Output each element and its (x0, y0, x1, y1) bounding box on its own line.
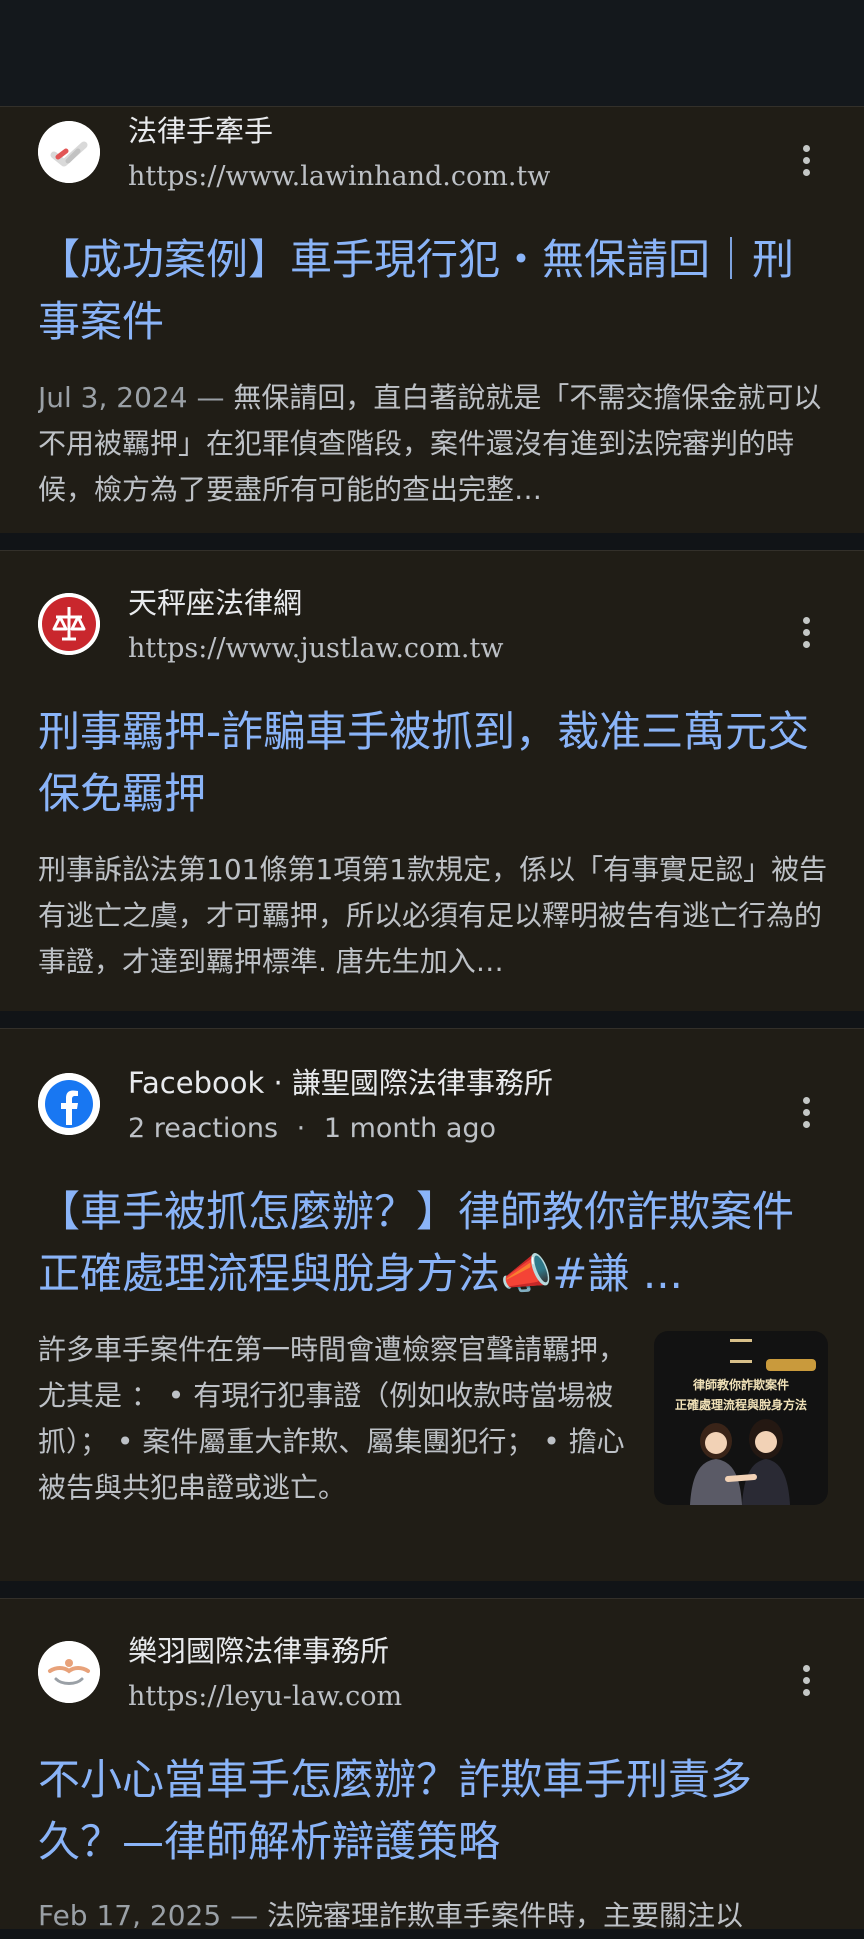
site-info[interactable]: Facebook · 謙聖國際法律事務所 2 reactions · 1 mon… (38, 1063, 818, 1153)
reactions-count: 2 reactions (128, 1113, 279, 1144)
people-illustration (690, 1419, 790, 1505)
site-info[interactable]: 樂羽國際法律事務所 https://leyu-law.com (38, 1631, 818, 1721)
site-info[interactable]: 法律手牽手 https://www.lawinhand.com.tw (38, 111, 818, 201)
site-url: https://www.lawinhand.com.tw (128, 161, 551, 192)
post-meta: 2 reactions · 1 month ago (128, 1109, 496, 1149)
result-date: Jul 3, 2024 — (38, 381, 234, 414)
result-snippet: 許多車手案件在第一時間會遭檢察官聲請羈押，尤其是 ： • 有現行犯事證（例如收款… (38, 1333, 627, 1504)
scales-icon (38, 593, 100, 655)
search-result-card: 天秤座法律網 https://www.justlaw.com.tw 刑事羈押-詐… (0, 550, 864, 1011)
site-name: Facebook · 謙聖國際法律事務所 (128, 1066, 553, 1100)
search-result-card: 樂羽國際法律事務所 https://leyu-law.com 不小心當車手怎麼辦… (0, 1598, 864, 1932)
snippet-text: 法院審理詐欺車手案件時，主要關注以 (266, 1899, 743, 1932)
result-title-link[interactable]: 刑事羈押-詐騙車手被抓到，裁准三萬元交保免羈押 (38, 701, 828, 825)
result-snippet: 刑事訴訟法第101條第1項第1款規定，係以「有事實足認」被告有逃亡之虞，才可羈押… (38, 853, 828, 978)
site-url: https://leyu-law.com (128, 1681, 403, 1712)
result-date: Feb 17, 2025 — (38, 1899, 267, 1932)
result-title-link[interactable]: 【車手被抓怎麼辦？】律師教你詐欺案件正確處理流程與脫身方法📣#謙 ... (38, 1181, 828, 1305)
site-name: 樂羽國際法律事務所 (128, 1634, 390, 1668)
meta-separator: · (296, 1113, 306, 1144)
site-name: 法律手牽手 (128, 114, 274, 148)
hands-icon (38, 1641, 100, 1703)
result-snippet: Feb 17, 2025 — 法院審理詐欺車手案件時，主要關注以 (38, 1893, 828, 1939)
time-ago: 1 month ago (323, 1113, 497, 1144)
result-snippet: Jul 3, 2024 — 無保請回，直白著說就是「不需交擔保金就可以不用被羈押… (38, 375, 828, 513)
result-thumbnail[interactable]: 律師教你詐欺案件 正確處理流程與脫身方法 (654, 1331, 828, 1505)
search-result-card: 法律手牽手 https://www.lawinhand.com.tw 【成功案例… (0, 106, 864, 533)
search-result-card: Facebook · 謙聖國際法律事務所 2 reactions · 1 mon… (0, 1028, 864, 1581)
site-url: https://www.justlaw.com.tw (128, 633, 504, 664)
facebook-icon (38, 1073, 100, 1135)
more-vert-icon[interactable] (786, 1655, 826, 1705)
result-title-link[interactable]: 不小心當車手怎麼辦？詐欺車手刑責多久？—律師解析辯護策略 (38, 1749, 828, 1873)
status-bar (0, 0, 864, 106)
more-vert-icon[interactable] (786, 1087, 826, 1137)
site-info[interactable]: 天秤座法律網 https://www.justlaw.com.tw (38, 583, 818, 673)
result-title-link[interactable]: 【成功案例】車手現行犯・無保請回｜刑事案件 (38, 229, 828, 353)
handshake-icon (38, 121, 100, 183)
site-name: 天秤座法律網 (128, 586, 303, 620)
more-vert-icon[interactable] (786, 135, 826, 185)
more-vert-icon[interactable] (786, 607, 826, 657)
